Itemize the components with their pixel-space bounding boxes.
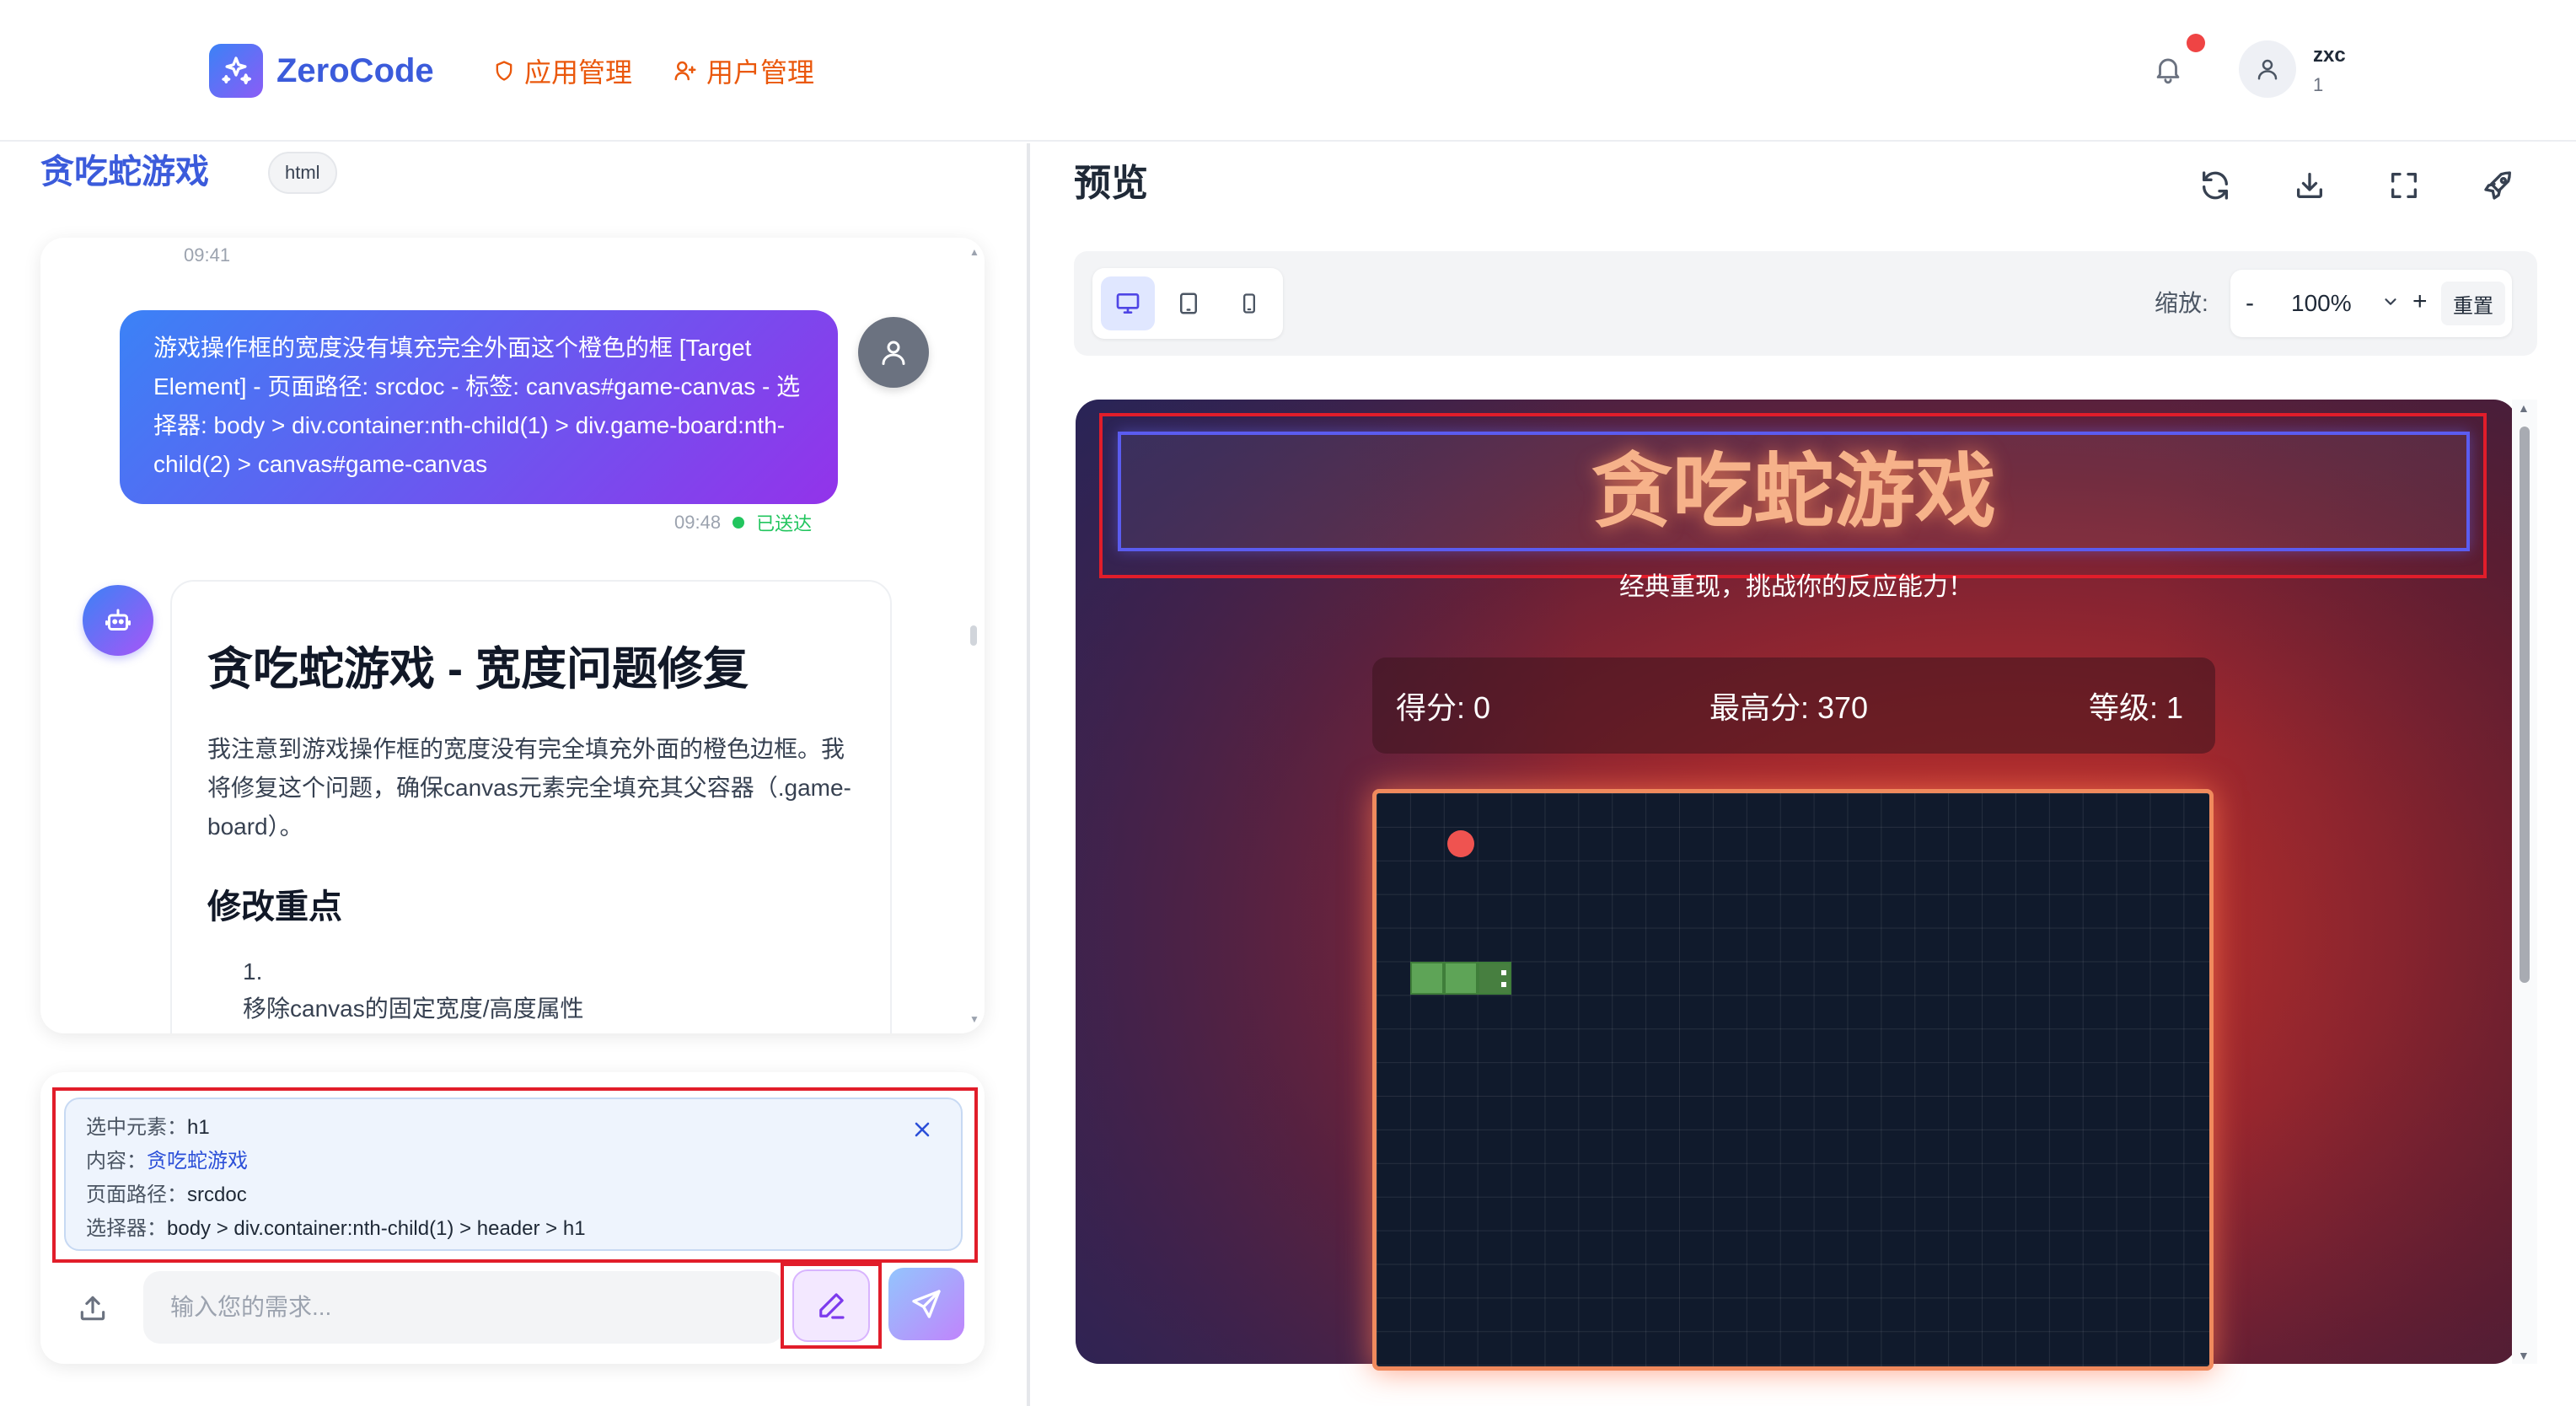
chat-scrollbar[interactable]: ▲ ▼ (968, 246, 979, 1025)
selected-content-row: 内容：贪吃蛇游戏 (86, 1145, 941, 1178)
snake-segment (1443, 961, 1478, 995)
project-title: 贪吃蛇游戏 (40, 153, 209, 191)
nav-app-management[interactable]: 应用管理 (492, 51, 632, 91)
robot-icon (105, 609, 131, 631)
send-button[interactable] (888, 1268, 964, 1340)
bot-avatar (83, 585, 153, 656)
list-item: 移除canvas的固定宽度/高度属性 (243, 995, 584, 1022)
mobile-view-button[interactable] (1222, 276, 1276, 330)
requirement-input[interactable] (143, 1271, 784, 1344)
selected-element-row: 选中元素：h1 (86, 1111, 941, 1145)
snake-eye (1500, 969, 1506, 975)
nav-user-management-label: 用户管理 (706, 57, 815, 88)
close-icon[interactable] (907, 1114, 937, 1145)
mobile-icon (1243, 293, 1255, 314)
zoom-label: 缩放: (2155, 290, 2208, 316)
device-switcher (1092, 268, 1283, 339)
nav-user-management[interactable]: 用户管理 (673, 51, 814, 91)
notification-badge (2187, 34, 2205, 52)
level-display: 等级: 1 (2089, 690, 2184, 725)
fullscreen-icon[interactable] (2384, 165, 2424, 206)
tablet-view-button[interactable] (1162, 276, 1216, 330)
refresh-icon[interactable] (2195, 165, 2235, 206)
app-name[interactable]: ZeroCode (276, 47, 434, 94)
user-avatar[interactable] (2239, 40, 2296, 98)
tablet-icon (1180, 292, 1197, 314)
user-icon (2257, 59, 2278, 80)
selected-element-value: h1 (187, 1116, 210, 1139)
selected-path-row: 页面路径：srcdoc (86, 1178, 941, 1212)
snake-head (1477, 961, 1511, 995)
user-name[interactable]: zxc (2313, 44, 2346, 67)
chat-panel[interactable]: 09:41 游戏操作框的宽度没有填充完全外面这个橙色的框 [Target Ele… (40, 238, 985, 1033)
bot-message-bubble: 贪吃蛇游戏 - 宽度问题修复 我注意到游戏操作框的宽度没有完全填充外面的橙色边框… (170, 580, 892, 1033)
user-subtitle: 1 (2313, 74, 2324, 95)
message-time: 09:41 (184, 244, 231, 266)
bot-message-subheading: 修改重点 (207, 888, 342, 926)
bot-message-paragraph: 我注意到游戏操作框的宽度没有完全填充外面的橙色边框。我将修复这个问题，确保can… (207, 736, 851, 840)
selected-path-label: 页面路径： (86, 1183, 187, 1206)
selected-element-label: 选中元素： (86, 1116, 187, 1139)
selected-selector-value: body > div.container:nth-child(1) > head… (167, 1217, 586, 1240)
score-display: 得分: 0 (1396, 690, 1491, 725)
nav-app-management-label: 应用管理 (524, 57, 633, 88)
user-icon (882, 341, 905, 365)
pencil-icon (819, 1293, 845, 1319)
top-navigation: ZeroCode 应用管理 用户管理 zxc 1 (0, 0, 2576, 142)
scrollbar-thumb[interactable] (2520, 427, 2530, 983)
snake-segment (1409, 961, 1444, 995)
zoom-in-button[interactable]: + (2412, 285, 2428, 319)
selected-path-value: srcdoc (187, 1183, 247, 1206)
shield-icon (496, 61, 513, 81)
rocket-icon[interactable] (2478, 165, 2519, 206)
bot-message-heading: 贪吃蛇游戏 - 宽度问题修复 (207, 644, 749, 695)
selected-selector-row: 选择器：body > div.container:nth-child(1) > … (86, 1212, 941, 1246)
selected-selector-label: 选择器： (86, 1217, 167, 1240)
send-icon (912, 1290, 941, 1318)
project-type-tag: html (268, 152, 337, 194)
edit-mode-button[interactable] (792, 1269, 870, 1342)
preview-title: 预览 (1074, 163, 1148, 204)
download-icon[interactable] (2289, 165, 2330, 206)
scroll-up-icon[interactable]: ▲ (2518, 401, 2530, 415)
message-meta: 09:48 已送达 (674, 509, 812, 536)
notification-bell-icon[interactable] (2148, 49, 2188, 89)
scroll-down-icon[interactable]: ▼ (2518, 1349, 2530, 1362)
snake-eye (1500, 981, 1506, 987)
zoom-select[interactable]: 100% (2291, 287, 2352, 320)
message-time: 09:48 (674, 512, 722, 533)
selected-content-label: 内容： (86, 1150, 147, 1173)
chevron-down-icon[interactable] (2379, 290, 2402, 314)
logo-icon[interactable] (209, 44, 263, 98)
user-message-bubble: 游戏操作框的宽度没有填充完全外面这个橙色的框 [Target Element] … (120, 310, 838, 504)
scroll-down-icon[interactable]: ▼ (969, 1013, 979, 1025)
selected-element-info: 选中元素：h1 内容：贪吃蛇游戏 页面路径：srcdoc 选择器：body > … (64, 1097, 963, 1251)
zoom-reset-button[interactable]: 重置 (2441, 282, 2505, 325)
list-item-number: 1. (243, 958, 263, 985)
food (1446, 829, 1474, 857)
desktop-view-button[interactable] (1101, 276, 1155, 330)
high-score-display: 最高分: 370 (1709, 690, 1869, 725)
desktop-icon (1116, 293, 1140, 314)
preview-scrollbar[interactable]: ▲ ▼ (2512, 400, 2537, 1364)
selected-content-value: 贪吃蛇游戏 (147, 1150, 248, 1173)
scroll-up-icon[interactable]: ▲ (969, 246, 979, 258)
zoom-out-button[interactable]: - (2246, 287, 2254, 320)
users-icon (674, 61, 696, 81)
panel-resize-divider[interactable] (1027, 143, 1030, 1406)
upload-icon[interactable] (71, 1286, 115, 1330)
user-message-avatar (858, 317, 929, 388)
status-dot (733, 517, 745, 529)
scrollbar-thumb[interactable] (970, 625, 977, 646)
message-status: 已送达 (756, 513, 813, 534)
game-subtitle: 经典重现，挑战你的反应能力！ (1619, 573, 1973, 601)
game-title[interactable]: 贪吃蛇游戏 (1118, 440, 2470, 545)
game-board[interactable] (1372, 789, 2214, 1371)
